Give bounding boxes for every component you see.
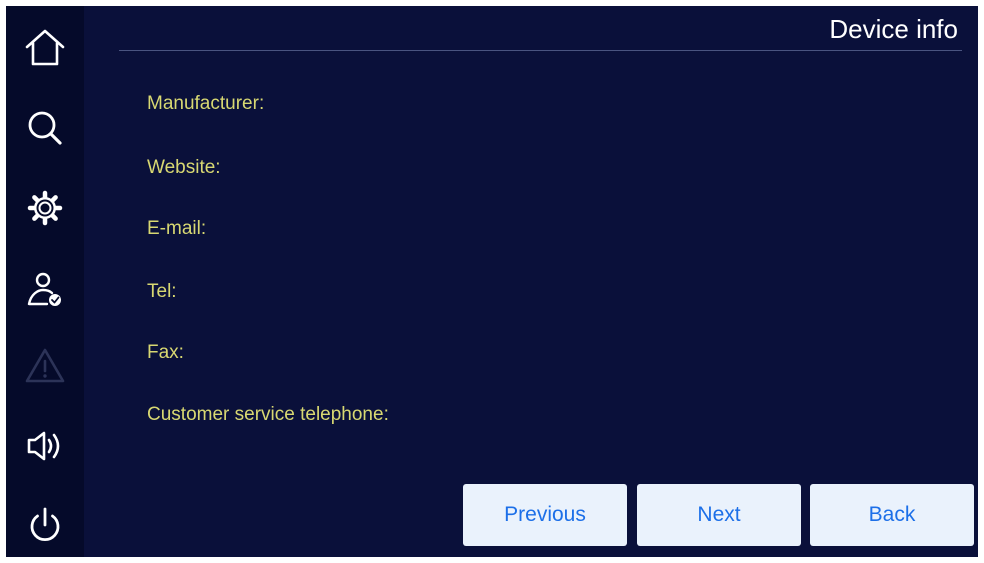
user-check-icon [27,272,61,306]
next-button[interactable]: Next [637,484,801,546]
fax-label: Fax: [147,342,184,363]
previous-button[interactable]: Previous [463,484,627,546]
gear-icon [27,190,63,226]
tel-label: Tel: [147,281,177,302]
sound-button[interactable] [6,416,84,476]
device-info-screen: Device info Manufacturer: Website: E-mai… [6,6,978,557]
warning-icon [25,348,65,383]
power-icon [30,507,60,542]
page-title: Device info [829,14,958,44]
manufacturer-label: Manufacturer: [147,93,265,114]
home-icon [25,29,65,66]
sidebar [6,6,84,557]
power-button[interactable] [6,496,84,556]
back-button[interactable]: Back [810,484,974,546]
home-button[interactable] [6,18,84,78]
search-button[interactable] [6,98,84,158]
settings-button[interactable] [6,178,84,238]
customer-service-telephone-label: Customer service telephone: [147,404,389,425]
search-icon [28,111,62,145]
alarm-button [6,336,84,396]
website-label: Website: [147,157,221,178]
speaker-icon [27,431,60,461]
title-divider [119,50,962,51]
user-button[interactable] [6,260,84,320]
email-label: E-mail: [147,218,207,239]
